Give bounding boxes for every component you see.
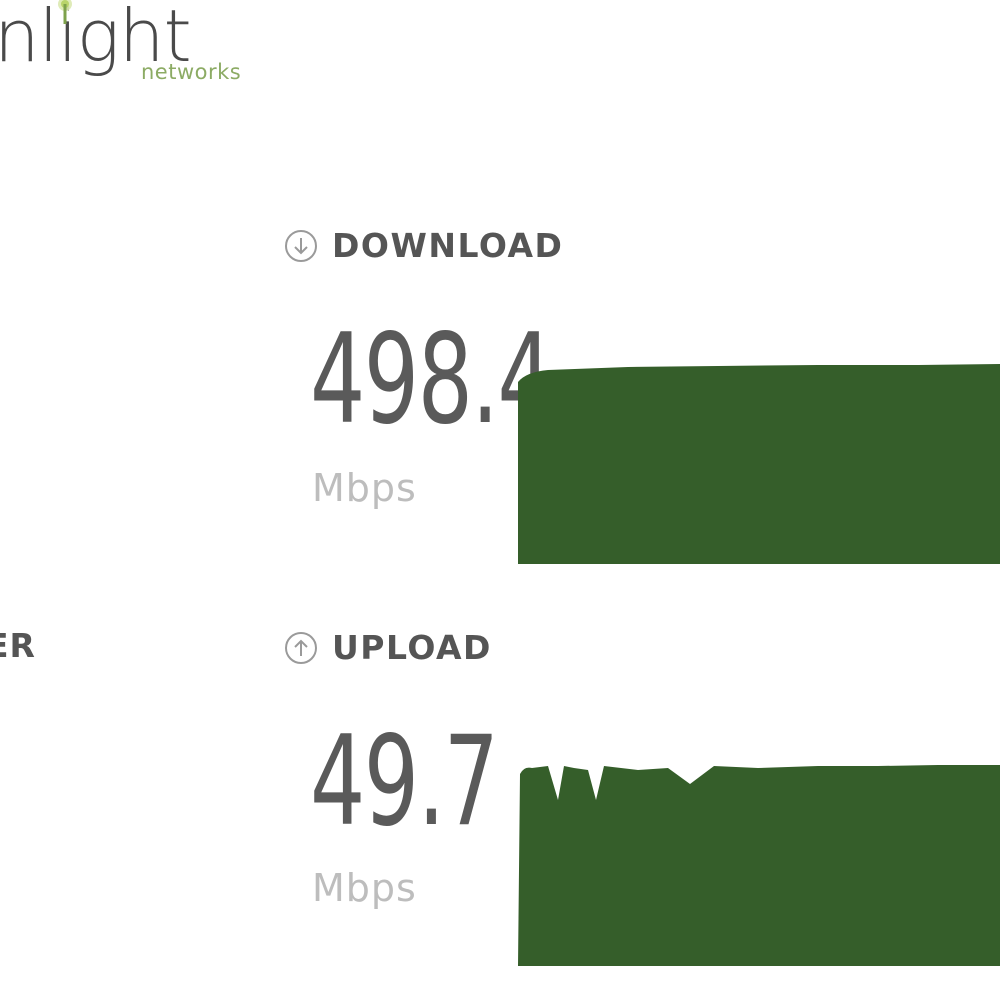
logo-subtitle: networks — [141, 60, 242, 84]
download-speed-graph — [518, 364, 1000, 564]
upload-speed-value: 49.7 — [310, 710, 499, 854]
brand-logo: nlight networks — [0, 0, 264, 106]
download-speed-unit: Mbps — [312, 466, 417, 510]
download-header: DOWNLOAD — [284, 226, 563, 265]
left-column-label-bottom: ER — [0, 626, 36, 665]
logo-spark-icon — [58, 0, 72, 24]
arrow-down-circle-icon — [285, 229, 317, 262]
upload-speed-graph — [518, 765, 1000, 966]
upload-graph-area — [518, 765, 1000, 966]
upload-header: UPLOAD — [284, 628, 492, 667]
download-label: DOWNLOAD — [332, 226, 564, 265]
download-speed-value: 498.4 — [310, 308, 553, 452]
arrow-up-circle-icon — [285, 631, 317, 664]
speedtest-result-page: nlight networks ER DOWNLOAD 498.4 Mbps U… — [0, 0, 1000, 1000]
download-graph-area — [518, 364, 1000, 564]
upload-speed-unit: Mbps — [312, 866, 417, 910]
upload-label: UPLOAD — [332, 628, 492, 667]
